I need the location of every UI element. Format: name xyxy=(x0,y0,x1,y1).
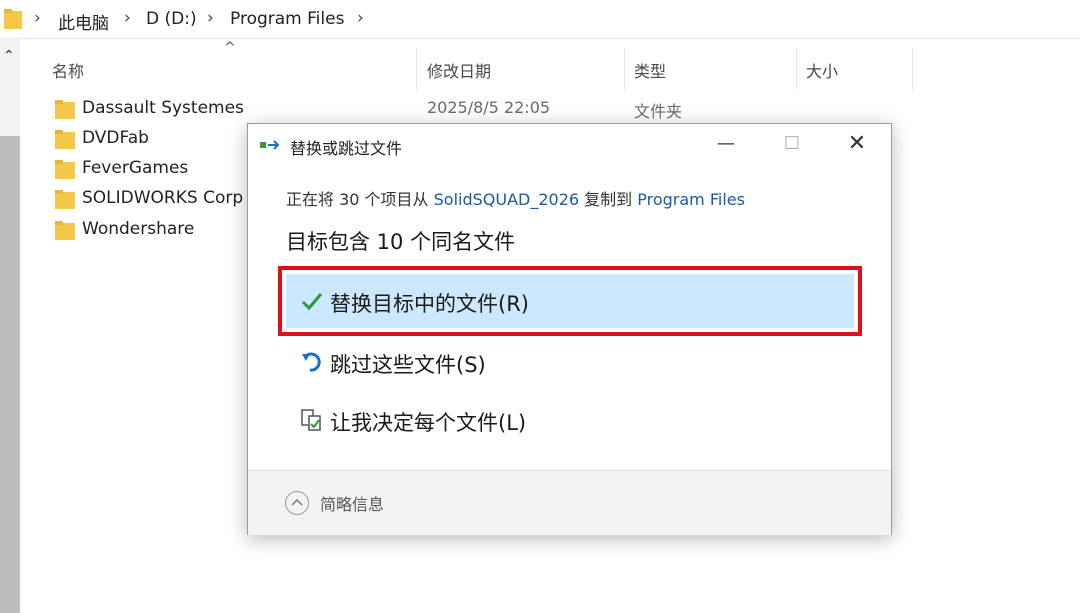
file-name: FeverGames xyxy=(82,158,189,178)
collapse-details-button[interactable] xyxy=(285,491,309,515)
column-divider[interactable] xyxy=(796,48,797,90)
info-prefix: 正在将 30 个项目从 xyxy=(286,190,434,209)
chevron-right-icon: › xyxy=(34,8,41,28)
column-header-size[interactable]: 大小 xyxy=(806,58,838,82)
nav-pane-scrollbar[interactable]: ⌃ xyxy=(0,38,20,613)
folder-icon xyxy=(4,9,22,29)
address-bar[interactable]: › 此电脑 › D (D:) › Program Files › xyxy=(0,0,1080,39)
file-type: 文件夹 xyxy=(634,102,683,121)
skip-option-label: 跳过这些文件(S) xyxy=(330,353,486,377)
folder-icon xyxy=(55,100,75,119)
minimize-button[interactable]: — xyxy=(706,128,746,160)
column-divider[interactable] xyxy=(624,48,625,90)
folder-icon xyxy=(55,130,75,149)
column-divider[interactable] xyxy=(416,48,417,90)
replace-skip-dialog: 替换或跳过文件 — ☐ ✕ 正在将 30 个项目从 SolidSQUAD_202… xyxy=(247,123,892,535)
destination-link[interactable]: Program Files xyxy=(637,190,745,209)
chevron-right-icon: › xyxy=(124,8,131,28)
skip-arrow-icon xyxy=(302,352,321,372)
breadcrumb-this-pc[interactable]: 此电脑 xyxy=(58,9,109,34)
info-mid: 复制到 xyxy=(579,190,638,209)
replace-option[interactable]: 替换目标中的文件(R) xyxy=(278,266,862,336)
breadcrumb-program-files[interactable]: Program Files xyxy=(230,9,344,29)
column-divider[interactable] xyxy=(912,48,913,90)
chevron-right-icon[interactable]: › xyxy=(357,8,364,28)
sort-ascending-icon: ^ xyxy=(224,40,236,56)
file-date: 2025/8/5 22:05 xyxy=(427,98,551,117)
file-name: Dassault Systemes xyxy=(82,98,244,118)
column-header-modified[interactable]: 修改日期 xyxy=(427,58,491,82)
source-link[interactable]: SolidSQUAD_2026 xyxy=(434,190,579,209)
file-name: Wondershare xyxy=(82,219,195,239)
column-header-type[interactable]: 类型 xyxy=(634,58,666,82)
scroll-up-icon[interactable]: ⌃ xyxy=(3,48,15,64)
decide-option-label: 让我决定每个文件(L) xyxy=(330,411,527,435)
checkmark-icon xyxy=(301,293,323,311)
file-name: DVDFab xyxy=(82,128,149,148)
copy-info: 正在将 30 个项目从 SolidSQUAD_2026 复制到 Program … xyxy=(286,186,745,210)
skip-option[interactable]: 跳过这些文件(S) xyxy=(278,338,862,388)
folder-icon xyxy=(55,160,75,179)
chevron-up-icon xyxy=(291,498,303,506)
dialog-footer: 简略信息 xyxy=(248,470,891,535)
scrollbar-thumb[interactable] xyxy=(0,136,20,613)
breadcrumb-drive-d[interactable]: D (D:) xyxy=(146,9,197,29)
folder-icon xyxy=(55,190,75,209)
chevron-right-icon: › xyxy=(207,8,214,28)
conflict-heading: 目标包含 10 个同名文件 xyxy=(286,230,516,254)
replace-option-label: 替换目标中的文件(R) xyxy=(330,292,529,316)
fewer-details-label[interactable]: 简略信息 xyxy=(320,491,384,515)
compare-files-icon xyxy=(301,409,321,431)
maximize-button[interactable]: ☐ xyxy=(772,128,812,160)
dialog-title: 替换或跳过文件 xyxy=(290,139,403,158)
close-button[interactable]: ✕ xyxy=(837,128,877,160)
file-name: SOLIDWORKS Corp xyxy=(82,188,244,208)
column-header-name[interactable]: 名称 xyxy=(52,58,84,82)
decide-option[interactable]: 让我决定每个文件(L) xyxy=(278,396,862,446)
folder-icon xyxy=(55,221,75,240)
copy-transfer-icon xyxy=(260,140,280,150)
